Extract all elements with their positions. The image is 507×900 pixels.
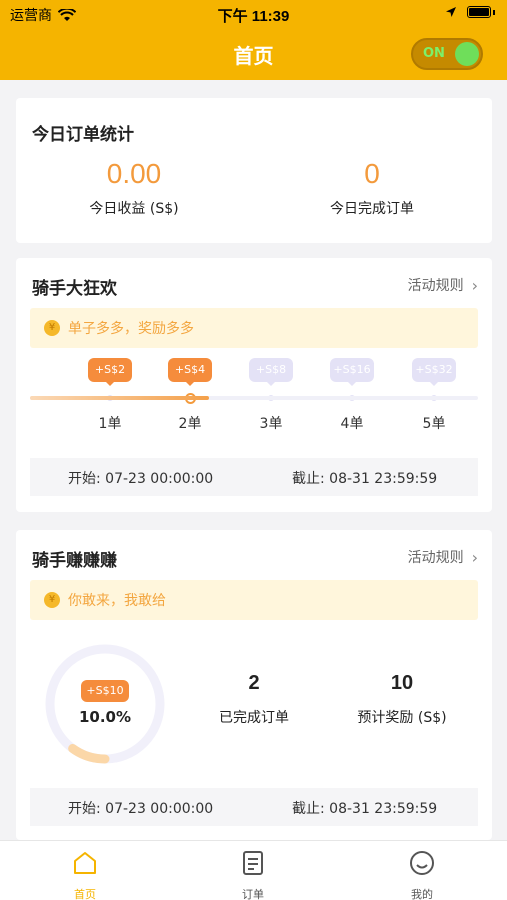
step-reward-badge: +S$16	[330, 358, 374, 386]
step-reward-badge: +S$4	[168, 358, 212, 386]
profile-icon	[410, 851, 434, 875]
orders-value: 0	[364, 158, 380, 189]
income-value: 0.00	[106, 158, 162, 189]
earn-notice: ¥ 你敢来，我敢给	[30, 580, 478, 620]
tab-home-label: 首页	[74, 888, 96, 900]
coin-icon: ¥	[44, 592, 60, 608]
carnival-rules-label: 活动规则	[407, 278, 464, 294]
step-reward-badge: +S$32	[412, 358, 456, 386]
step-label: 5单	[422, 416, 446, 432]
earn-card: 骑手赚赚赚 活动规则 › ¥ 你敢来，我敢给 +S$10 10.0% 2 已完成…	[16, 530, 492, 840]
battery-icon	[467, 6, 491, 18]
step-label: 2单	[178, 416, 202, 432]
income-label: 今日收益 (S$)	[89, 201, 179, 217]
carnival-notice-text: 单子多多，奖励多多	[68, 321, 194, 337]
chevron-right-icon: ›	[471, 547, 478, 567]
clock: 下午 11:39	[217, 8, 290, 25]
tab-profile-label: 我的	[411, 888, 433, 900]
status-bar: 运营商 下午 11:39	[0, 0, 507, 28]
step-label: 1单	[98, 416, 122, 432]
carnival-progress-fill	[30, 396, 210, 400]
coin-icon: ¥	[44, 320, 60, 336]
income-stat: 0.00 今日收益 (S$)	[44, 158, 224, 218]
today-stats-title: 今日订单统计	[32, 125, 134, 145]
step-label: 3单	[259, 416, 283, 432]
carnival-notice: ¥ 单子多多，奖励多多	[30, 308, 478, 348]
toggle-label: ON	[423, 46, 445, 61]
carnival-card: 骑手大狂欢 活动规则 › ¥ 单子多多，奖励多多 +S$2 1单 +S$4 2单 +S$…	[16, 258, 492, 512]
orders-label: 今日完成订单	[330, 201, 414, 217]
battery-tip	[493, 9, 495, 15]
ring-percent: 10.0%	[78, 708, 132, 726]
orders-icon	[243, 851, 263, 875]
reward-label: 预计奖励 (S$)	[357, 710, 447, 726]
ring-reward-badge: +S$10	[81, 680, 129, 702]
tab-orders[interactable]: 订单	[213, 849, 293, 900]
tab-profile[interactable]: 我的	[382, 849, 462, 900]
earn-progress-ring: +S$10 10.0%	[43, 642, 167, 766]
carnival-title: 骑手大狂欢	[32, 279, 117, 299]
reward-value: 10	[390, 672, 414, 694]
reward-stat: 10 预计奖励 (S$)	[312, 672, 492, 727]
ring-track	[45, 644, 165, 764]
status-icons	[445, 6, 495, 18]
earn-title: 骑手赚赚赚	[32, 551, 117, 571]
carnival-progress-track	[30, 396, 478, 400]
carnival-time-range: 开始: 07-23 00:00:00 截止: 08-31 23:59:59	[30, 458, 478, 496]
home-icon	[74, 852, 96, 874]
carnival-start: 开始: 07-23 00:00:00	[68, 471, 214, 487]
nav-bar: 首页 ON	[0, 28, 507, 80]
earn-start: 开始: 07-23 00:00:00	[68, 801, 214, 817]
ring-svg	[45, 644, 165, 764]
online-toggle[interactable]: ON	[411, 38, 483, 70]
carnival-end: 截止: 08-31 23:59:59	[292, 471, 438, 487]
step-reward-badge: +S$2	[88, 358, 132, 386]
today-stats-card: 今日订单统计 0.00 今日收益 (S$) 0 今日完成订单	[16, 98, 492, 243]
orders-stat: 0 今日完成订单	[282, 158, 462, 218]
earn-notice-text: 你敢来，我敢给	[68, 593, 166, 609]
earn-rules-link[interactable]: 活动规则 ›	[408, 547, 478, 567]
tab-home[interactable]: 首页	[45, 849, 125, 900]
location-arrow-icon	[446, 7, 456, 17]
step-reward-badge: +S$8	[249, 358, 293, 386]
step-label: 4单	[340, 416, 364, 432]
carnival-rules-link[interactable]: 活动规则 ›	[408, 275, 478, 295]
toggle-knob	[455, 42, 479, 66]
earn-end: 截止: 08-31 23:59:59	[292, 801, 438, 817]
earn-time-range: 开始: 07-23 00:00:00 截止: 08-31 23:59:59	[30, 788, 478, 826]
tab-orders-label: 订单	[242, 888, 264, 900]
tab-bar: 首页 订单 我的	[0, 840, 507, 900]
chevron-right-icon: ›	[471, 275, 478, 295]
earn-rules-label: 活动规则	[407, 550, 464, 566]
